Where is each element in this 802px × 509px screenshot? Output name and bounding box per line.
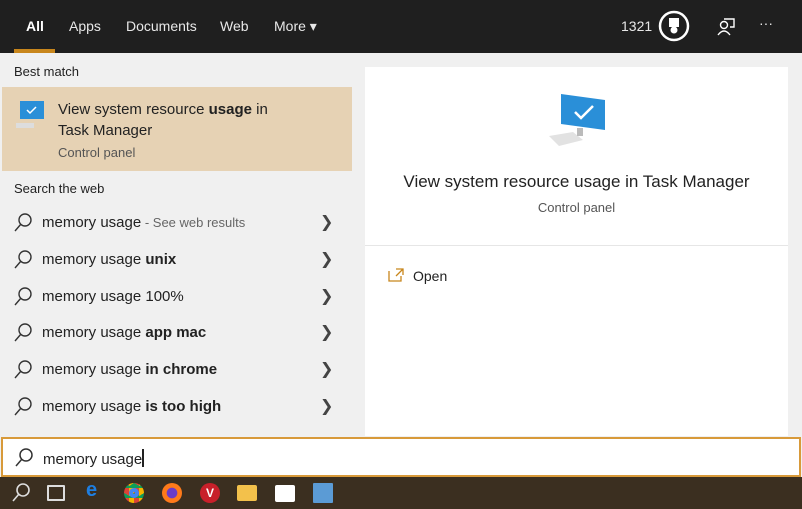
- best-match-heading: Best match: [14, 64, 80, 79]
- edge-icon[interactable]: e: [86, 479, 106, 501]
- search-icon: [14, 286, 32, 306]
- chevron-right-icon[interactable]: ❯: [320, 249, 333, 269]
- open-label: Open: [413, 268, 448, 284]
- text-caret: [142, 449, 145, 467]
- firefox-icon[interactable]: [162, 483, 182, 503]
- divider: [365, 245, 788, 246]
- web-suggestion[interactable]: memory usage app mac ❯: [0, 315, 352, 351]
- results-list: Best match View system resource usage in…: [0, 53, 352, 436]
- chrome-icon[interactable]: [124, 483, 144, 503]
- tab-all[interactable]: All: [26, 18, 44, 34]
- best-match-title: View system resource usage in Task Manage…: [58, 101, 268, 139]
- tab-web[interactable]: Web: [220, 18, 249, 34]
- search-query: memory usage: [43, 451, 143, 468]
- search-icon: [14, 360, 32, 379]
- vpn-icon[interactable]: V: [200, 483, 220, 503]
- chevron-right-icon[interactable]: ❯: [320, 359, 333, 379]
- suggestion-text: memory usage - See web results: [42, 214, 246, 231]
- computer-monitor-icon: [16, 101, 44, 128]
- suggestion-text: memory usage unix: [42, 250, 177, 268]
- feedback-icon[interactable]: [716, 17, 736, 37]
- search-icon: [14, 250, 32, 269]
- suggestion-text: memory usage in chrome: [42, 361, 218, 379]
- chevron-right-icon[interactable]: ❯: [320, 212, 333, 232]
- taskbar: e V: [0, 477, 802, 509]
- best-match-item[interactable]: View system resource usage in Task Manage…: [2, 87, 352, 171]
- suggestion-text: memory usage 100%: [42, 287, 184, 305]
- store-icon[interactable]: [275, 485, 295, 502]
- tab-more[interactable]: More ▾: [274, 18, 317, 35]
- web-suggestion[interactable]: memory usage 100% ❯: [0, 279, 352, 315]
- search-icon: [14, 397, 32, 416]
- search-filter-bar: All Apps Documents Web More ▾ 1321 ···: [0, 0, 802, 53]
- task-view-icon[interactable]: [47, 485, 65, 501]
- web-suggestion[interactable]: memory usage in chrome ❯: [0, 352, 352, 388]
- search-icon: [14, 213, 32, 232]
- web-suggestion[interactable]: memory usage unix ❯: [0, 242, 352, 278]
- search-icon: [15, 448, 33, 467]
- detail-title: View system resource usage in Task Manag…: [403, 172, 750, 191]
- trophy-icon[interactable]: [658, 10, 690, 42]
- search-input[interactable]: memory usage: [1, 437, 801, 477]
- search-icon[interactable]: [10, 482, 32, 504]
- rewards-points: 1321: [621, 18, 653, 34]
- file-explorer-icon[interactable]: [237, 485, 257, 501]
- web-suggestion[interactable]: memory usage is too high ❯: [0, 389, 352, 425]
- kindle-icon[interactable]: [313, 483, 333, 503]
- open-icon: [388, 268, 404, 282]
- chevron-right-icon[interactable]: ❯: [320, 322, 333, 342]
- suggestion-text: memory usage is too high: [42, 398, 222, 415]
- chevron-right-icon[interactable]: ❯: [320, 286, 333, 306]
- suggestion-text: memory usage app mac: [42, 324, 207, 342]
- computer-monitor-icon: [549, 94, 605, 146]
- best-match-subtitle: Control panel: [58, 145, 136, 160]
- search-web-heading: Search the web: [14, 181, 105, 196]
- web-suggestion[interactable]: memory usage - See web results ❯: [0, 205, 352, 241]
- tab-apps[interactable]: Apps: [69, 18, 101, 34]
- open-action[interactable]: Open: [387, 267, 447, 284]
- tab-documents[interactable]: Documents: [126, 18, 197, 34]
- chevron-right-icon[interactable]: ❯: [320, 396, 333, 416]
- detail-pane: View system resource usage in Task Manag…: [365, 67, 788, 436]
- detail-subtitle: Control panel: [537, 200, 616, 215]
- search-icon: [14, 323, 32, 342]
- more-options-button[interactable]: ···: [759, 15, 773, 31]
